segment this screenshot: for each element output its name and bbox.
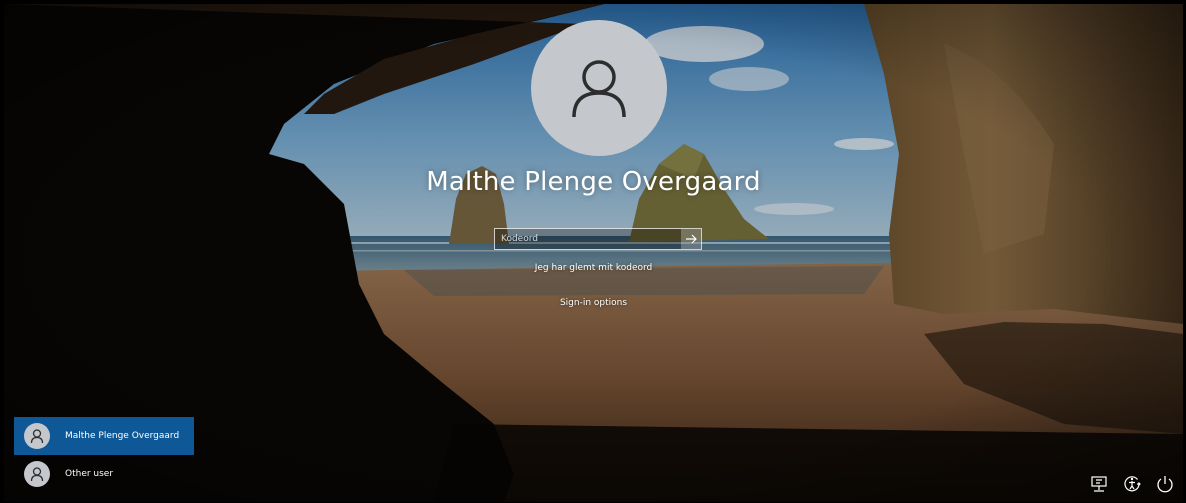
- password-input[interactable]: [495, 229, 681, 249]
- user-item-other-user[interactable]: Other user: [14, 455, 194, 493]
- user-icon: [30, 429, 44, 444]
- user-icon: [30, 467, 44, 482]
- password-field-group: [494, 228, 702, 250]
- user-list: Malthe Plenge Overgaard Other user: [14, 417, 194, 493]
- user-icon: [572, 60, 626, 118]
- user-avatar-small: [24, 461, 50, 487]
- network-icon[interactable]: [1089, 474, 1109, 494]
- lock-screen: Malthe Plenge Overgaard Jeg har glemt mi…: [4, 4, 1183, 502]
- power-icon[interactable]: [1155, 474, 1175, 494]
- arrow-right-icon: [686, 234, 697, 244]
- user-name-title: Malthe Plenge Overgaard: [426, 167, 761, 197]
- sign-in-options-link[interactable]: Sign-in options: [4, 298, 1183, 308]
- user-item-label: Other user: [65, 469, 114, 479]
- user-avatar-small: [24, 423, 50, 449]
- user-item-malthe[interactable]: Malthe Plenge Overgaard: [14, 417, 194, 455]
- user-item-label: Malthe Plenge Overgaard: [65, 431, 180, 441]
- user-avatar: [531, 20, 667, 156]
- submit-button[interactable]: [681, 229, 701, 249]
- system-tray: [1089, 474, 1175, 494]
- ease-of-access-icon[interactable]: [1122, 474, 1142, 494]
- forgot-password-link[interactable]: Jeg har glemt mit kodeord: [4, 263, 1183, 273]
